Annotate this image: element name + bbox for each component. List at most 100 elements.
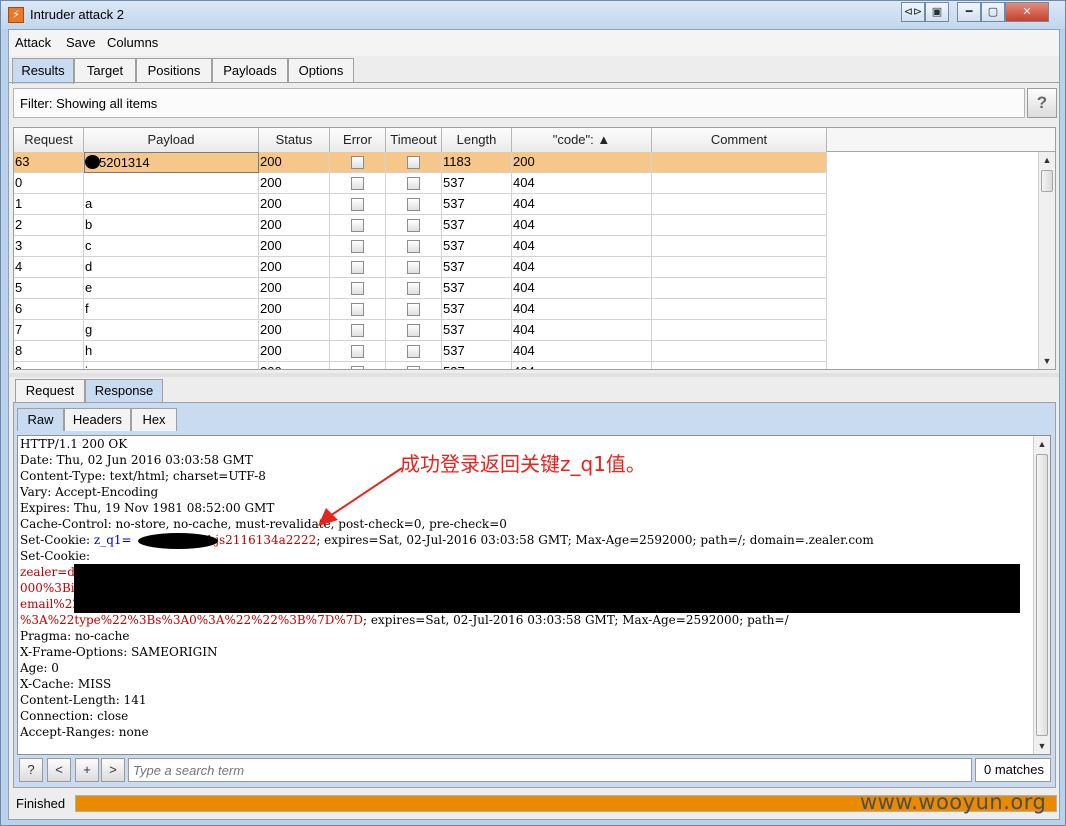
response-line: Accept-Ranges: none xyxy=(20,725,149,739)
window-controls: ━ ▢ ✕ xyxy=(957,2,1049,22)
menu-columns[interactable]: Columns xyxy=(107,35,158,50)
cell-length: 537 xyxy=(442,362,512,369)
tab-request[interactable]: Request xyxy=(15,379,85,402)
cell-timeout xyxy=(386,152,442,173)
cell-length: 1183 xyxy=(442,152,512,173)
tabs-divider xyxy=(9,82,1059,83)
search-next-button[interactable]: > xyxy=(101,758,125,782)
col-comment[interactable]: Comment xyxy=(652,128,827,152)
response-line: Date: Thu, 02 Jun 2016 03:03:58 GMT xyxy=(20,453,253,467)
search-input[interactable] xyxy=(128,758,972,782)
table-scrollbar[interactable]: ▲ ▼ xyxy=(1038,152,1055,369)
table-row[interactable]: 1 a 200 537 404 xyxy=(14,194,827,215)
close-button[interactable]: ✕ xyxy=(1005,2,1049,22)
cell-status: 200 xyxy=(259,299,330,320)
col-error[interactable]: Error xyxy=(330,128,386,152)
cell-length: 537 xyxy=(442,236,512,257)
filter-bar[interactable]: Filter: Showing all items xyxy=(13,88,1025,118)
tab-positions[interactable]: Positions xyxy=(136,58,212,83)
cell-status: 200 xyxy=(259,236,330,257)
tab-payloads[interactable]: Payloads xyxy=(212,58,288,83)
error-checkbox xyxy=(351,219,364,232)
cell-length: 537 xyxy=(442,341,512,362)
cell-timeout xyxy=(386,236,442,257)
cell-error xyxy=(330,362,386,369)
maximize-button[interactable]: ▢ xyxy=(981,2,1005,22)
tab-headers[interactable]: Headers xyxy=(64,408,131,431)
cell-timeout xyxy=(386,215,442,236)
scroll-down-icon[interactable]: ▼ xyxy=(1034,738,1050,754)
col-request[interactable]: Request xyxy=(14,128,84,152)
burp-app-icon: ⚡ xyxy=(8,7,24,23)
filter-help-button[interactable]: ? xyxy=(1027,88,1057,118)
col-code-sorted[interactable]: "code": ▲ xyxy=(512,128,652,152)
cookie-value: bjs2116134a2222 xyxy=(207,533,317,547)
cell-error xyxy=(330,257,386,278)
menu-attack[interactable]: Attack xyxy=(15,35,51,50)
cell-payload: e xyxy=(84,278,259,299)
cookie2-line: zealer=d xyxy=(20,565,75,579)
tab-response[interactable]: Response xyxy=(85,379,163,402)
cell-status: 200 xyxy=(259,257,330,278)
cell-request: 8 xyxy=(14,341,84,362)
watermark: www.wooyun.org xyxy=(860,790,1047,814)
restore-pane-icon[interactable]: ⊲⊳ xyxy=(901,2,925,22)
timeout-checkbox xyxy=(407,177,420,190)
table-row[interactable]: 3 c 200 537 404 xyxy=(14,236,827,257)
search-prev-button[interactable]: < xyxy=(47,758,71,782)
col-payload[interactable]: Payload xyxy=(84,128,259,152)
table-row[interactable]: 6 f 200 537 404 xyxy=(14,299,827,320)
cell-payload: h xyxy=(84,341,259,362)
scroll-down-icon[interactable]: ▼ xyxy=(1039,353,1055,369)
search-help-button[interactable]: ? xyxy=(19,758,43,782)
timeout-checkbox xyxy=(407,219,420,232)
cell-request: 0 xyxy=(14,173,84,194)
error-checkbox xyxy=(351,303,364,316)
tab-target[interactable]: Target xyxy=(74,58,136,83)
intruder-window: ⚡ Intruder attack 2 ⊲⊳ ▣ ━ ▢ ✕ Attack Sa… xyxy=(0,0,1066,826)
table-row[interactable]: 9i200 537404 xyxy=(14,362,827,369)
set-cookie-prefix: Set-Cookie: xyxy=(20,533,94,547)
cell-comment xyxy=(652,194,827,215)
cell-request: 2 xyxy=(14,215,84,236)
timeout-checkbox xyxy=(407,303,420,316)
timeout-checkbox xyxy=(407,366,420,369)
title-bar: ⚡ Intruder attack 2 ⊲⊳ ▣ ━ ▢ ✕ xyxy=(1,1,1065,29)
col-length[interactable]: Length xyxy=(442,128,512,152)
cell-payload: 5201314 xyxy=(84,152,259,173)
scroll-up-icon[interactable]: ▲ xyxy=(1034,436,1050,452)
cookie2-line: email%22 xyxy=(20,597,80,611)
scroll-thumb[interactable] xyxy=(1036,454,1048,736)
minimize-button[interactable]: ━ xyxy=(957,2,981,22)
tab-options[interactable]: Options xyxy=(288,58,354,83)
table-row[interactable]: 8 h 200 537 404 xyxy=(14,341,827,362)
col-status[interactable]: Status xyxy=(259,128,330,152)
scroll-thumb[interactable] xyxy=(1041,170,1053,192)
table-row[interactable]: 63 5201314 200 1183 200 xyxy=(14,152,827,173)
table-row[interactable]: 2 b 200 537 404 xyxy=(14,215,827,236)
timeout-checkbox xyxy=(407,282,420,295)
redaction-block xyxy=(74,564,1020,613)
table-row[interactable]: 0 200 537 404 xyxy=(14,173,827,194)
table-row[interactable]: 5 e 200 537 404 xyxy=(14,278,827,299)
cookie2-value-tail: %3A%22type%22%3Bs%3A0%3A%22%22%3B%7D%7D xyxy=(20,613,364,627)
table-row[interactable]: 7 g 200 537 404 xyxy=(14,320,827,341)
response-line: Cache-Control: no-store, no-cache, must-… xyxy=(20,517,507,531)
search-add-button[interactable]: + xyxy=(75,758,99,782)
tab-results[interactable]: Results xyxy=(12,58,74,84)
cell-status: 200 xyxy=(259,152,330,173)
menu-save[interactable]: Save xyxy=(66,35,96,50)
pane-splitter[interactable] xyxy=(9,373,1059,377)
table-row[interactable]: 4 d 200 537 404 xyxy=(14,257,827,278)
cell-comment xyxy=(652,299,827,320)
scroll-up-icon[interactable]: ▲ xyxy=(1039,152,1055,168)
cell-status: 200 xyxy=(259,341,330,362)
col-timeout[interactable]: Timeout xyxy=(386,128,442,152)
response-line: X-Frame-Options: SAMEORIGIN xyxy=(20,645,218,659)
tab-raw[interactable]: Raw xyxy=(17,408,64,431)
response-scrollbar[interactable]: ▲ ▼ xyxy=(1033,436,1050,754)
tab-hex[interactable]: Hex xyxy=(131,408,177,431)
cell-code: 404 xyxy=(512,194,652,215)
detach-icon[interactable]: ▣ xyxy=(925,2,949,22)
response-text-area[interactable]: HTTP/1.1 200 OK Date: Thu, 02 Jun 2016 0… xyxy=(17,435,1051,755)
